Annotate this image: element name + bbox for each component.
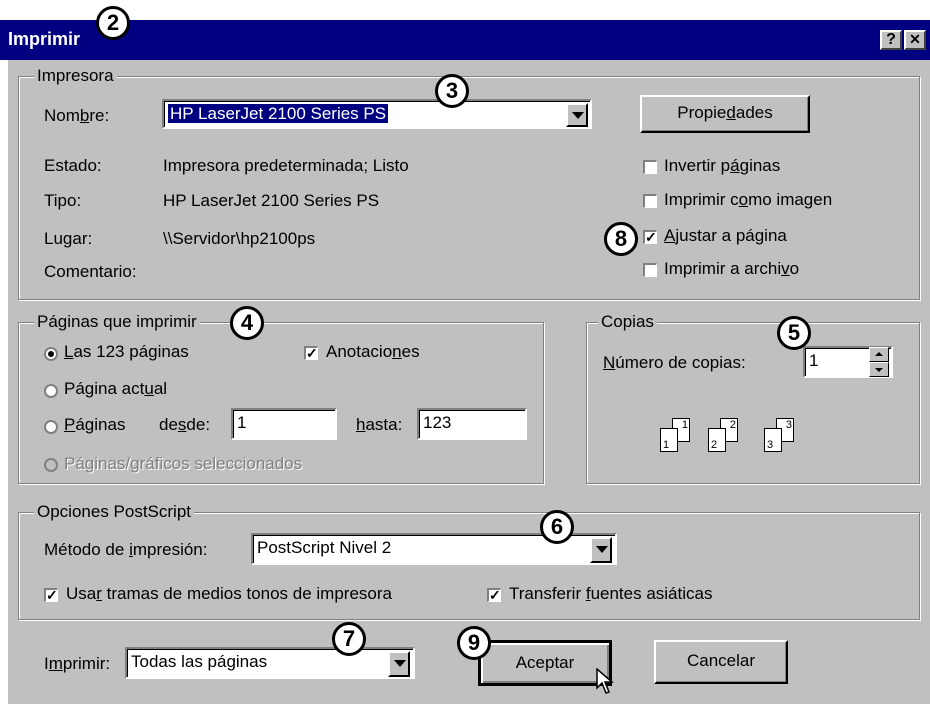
comment-label: Comentario: <box>44 262 137 281</box>
spin-down-arrow-icon <box>875 368 883 372</box>
print-as-image-checkbox[interactable] <box>643 194 657 208</box>
current-page-radio[interactable] <box>44 384 58 398</box>
type-label: Tipo: <box>44 191 82 210</box>
all-pages-label: Las 123 páginas <box>64 342 189 361</box>
callout-6: 6 <box>540 510 574 544</box>
reverse-pages-checkbox[interactable] <box>643 160 657 174</box>
copies-count-label: Número de copias: <box>603 353 746 372</box>
page-range-label: Páginas <box>64 415 126 434</box>
title-bar[interactable] <box>0 20 930 60</box>
mouse-cursor-icon <box>596 668 615 694</box>
annotations-checkbox[interactable]: ✓ <box>304 346 318 360</box>
asian-fonts-checkbox[interactable]: ✓ <box>487 588 501 602</box>
type-value: HP LaserJet 2100 Series PS <box>163 191 380 210</box>
reverse-pages-label: Invertir páginas <box>664 156 781 175</box>
callout-3: 3 <box>435 74 469 108</box>
status-value: Impresora predeterminada; Listo <box>163 156 409 175</box>
where-value: \\Servidor\hp2100ps <box>163 229 316 248</box>
method-dropdown-arrow[interactable] <box>590 537 612 563</box>
current-page-label: Página actual <box>64 379 168 398</box>
printer-name-value: HP LaserJet 2100 Series PS <box>166 103 390 124</box>
cancel-button[interactable]: Cancelar <box>654 640 788 684</box>
selected-pages-radio[interactable] <box>44 458 58 472</box>
printer-group-label: Impresora <box>34 66 117 86</box>
print-range-select[interactable]: Todas las páginas <box>125 647 415 679</box>
close-button[interactable]: ✕ <box>904 30 926 50</box>
print-range-dropdown-arrow[interactable] <box>388 651 410 677</box>
printer-name-select[interactable]: HP LaserJet 2100 Series PS <box>162 99 592 129</box>
ok-button[interactable]: Aceptar <box>478 640 612 686</box>
print-to-file-label: Imprimir a archivo <box>664 259 800 278</box>
callout-9: 9 <box>457 626 491 660</box>
fit-to-page-checkbox[interactable]: ✓ <box>643 230 657 244</box>
where-label: Lugar: <box>44 229 93 248</box>
copies-group-label: Copias <box>598 312 657 332</box>
callout-4: 4 <box>230 306 264 340</box>
properties-button[interactable]: Propiedades <box>640 95 810 133</box>
annotations-label: Anotaciones <box>326 342 420 361</box>
from-label: desde: <box>159 415 211 434</box>
status-label: Estado: <box>44 156 102 175</box>
to-label: hasta: <box>356 415 403 434</box>
asian-fonts-label: Transferir fuentes asiáticas <box>509 584 713 603</box>
method-label: Método de impresión: <box>44 540 208 559</box>
all-pages-radio[interactable] <box>44 347 58 361</box>
print-as-image-label: Imprimir como imagen <box>664 190 833 209</box>
page-range-radio[interactable] <box>44 420 58 434</box>
printer-name-label: Nombre: <box>44 106 110 125</box>
pages-group-label: Páginas que imprimir <box>34 312 200 332</box>
printer-name-dropdown-arrow[interactable] <box>566 103 588 127</box>
print-range-label: Imprimir: <box>44 654 111 673</box>
spin-up-arrow-icon <box>875 352 883 356</box>
callout-7: 7 <box>332 622 366 656</box>
from-input[interactable]: 1 <box>231 408 337 440</box>
halftone-checkbox[interactable]: ✓ <box>44 588 58 602</box>
callout-8: 8 <box>604 222 638 256</box>
help-button[interactable]: ? <box>880 30 902 50</box>
callout-2: 2 <box>96 6 130 40</box>
left-margin <box>0 60 8 704</box>
halftone-label: Usar tramas de medios tonos de impresora <box>66 584 392 603</box>
callout-5: 5 <box>777 316 811 350</box>
top-margin <box>0 0 930 20</box>
to-input[interactable]: 123 <box>417 408 527 440</box>
fit-to-page-label: Ajustar a página <box>664 226 787 245</box>
print-to-file-checkbox[interactable] <box>643 263 657 277</box>
window-title: Imprimir <box>8 29 81 49</box>
postscript-group-label: Opciones PostScript <box>34 502 195 522</box>
selected-pages-label: Páginas/gráficos seleccionados <box>64 454 303 473</box>
